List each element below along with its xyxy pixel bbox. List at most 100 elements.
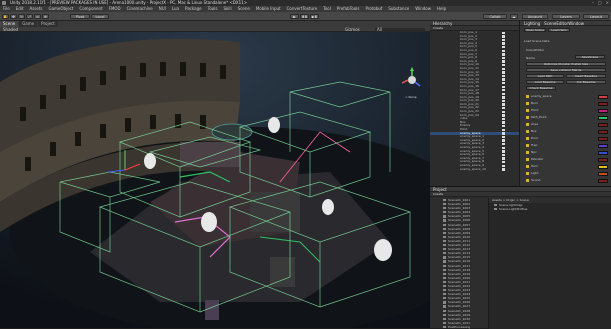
layer-color-swatch[interactable]	[598, 136, 608, 141]
layer-color-swatch[interactable]	[598, 164, 608, 169]
layers-dropdown[interactable]: Layers	[552, 14, 580, 19]
layer-row: Door	[526, 136, 608, 141]
layer-label: Light	[531, 171, 539, 175]
visibility-toggle[interactable]	[502, 168, 505, 171]
layer-label: Born	[531, 101, 538, 105]
layer-color-swatch[interactable]	[598, 101, 608, 106]
scene-editor-section: SceneEditor	[526, 48, 545, 52]
pause-button[interactable]: ❚❚	[300, 14, 309, 19]
hand-tool-button[interactable]: ✋	[2, 14, 9, 19]
layer-visible-checkbox[interactable]	[526, 171, 529, 175]
project-create-button[interactable]: Create	[430, 192, 611, 197]
layer-visible-checkbox[interactable]	[526, 129, 529, 133]
layer-label: Npc	[531, 150, 537, 154]
cut-baseline-button[interactable]: Cut Baseline	[566, 80, 606, 84]
layer-color-swatch[interactable]	[598, 143, 608, 148]
layer-row: Path_Point	[526, 115, 608, 120]
scene-view[interactable]: < Persp	[0, 32, 430, 328]
layer-row: Item	[526, 164, 608, 169]
load-hero-button[interactable]: Load Hero	[548, 28, 570, 32]
layer-color-swatch[interactable]	[598, 122, 608, 127]
asset-item[interactable]: Scene.LightProfiles	[489, 207, 611, 211]
layer-color-swatch[interactable]	[598, 150, 608, 155]
layer-visible-checkbox[interactable]	[526, 164, 529, 168]
layer-row: Monster	[526, 157, 608, 162]
save-collision-button[interactable]: Save collision Merge	[526, 68, 606, 72]
cloud-icon[interactable]: ☁	[510, 14, 518, 19]
layer-visible-checkbox[interactable]	[526, 108, 529, 112]
layer-row: Sound	[526, 178, 608, 183]
layer-visible-checkbox[interactable]	[526, 150, 529, 154]
collab-dropdown[interactable]: Collab	[483, 14, 507, 19]
layer-visible-checkbox[interactable]	[526, 122, 529, 126]
layer-row: Born	[526, 101, 608, 106]
layer-label: Point	[531, 108, 539, 112]
layer-row: Point	[526, 108, 608, 113]
layer-label: Sound	[531, 178, 541, 182]
main-toolbar: ✋ ✥ ↻ ⤢ ▭ ⊕ Pivot Local ▶ ❚❚ ▶❚ Collab ☁…	[0, 12, 611, 21]
layer-visible-checkbox[interactable]	[526, 94, 529, 98]
name-label: Name	[526, 56, 535, 60]
layer-label: Monster	[531, 157, 544, 161]
layer-color-swatch[interactable]	[598, 108, 608, 113]
local-toggle[interactable]: Local	[91, 14, 109, 19]
transform-tool-button[interactable]: ⊕	[42, 14, 49, 19]
layer-label: Item	[531, 164, 538, 168]
view-gizmo-label[interactable]: < Persp	[405, 95, 417, 99]
layer-row: Box	[526, 129, 608, 134]
layer-visible-checkbox[interactable]	[526, 101, 529, 105]
step-button[interactable]: ▶❚	[310, 14, 319, 19]
save-scene-button[interactable]: SaveScene	[575, 55, 605, 59]
rotate-tool-button[interactable]: ↻	[18, 14, 25, 19]
layer-row: Npc	[526, 150, 608, 155]
layer-color-swatch[interactable]	[598, 171, 608, 176]
layer-label: Path_Point	[531, 115, 547, 119]
layer-label: Trap	[531, 143, 538, 147]
account-dropdown[interactable]: Account	[522, 14, 548, 19]
layer-visible-checkbox[interactable]	[526, 143, 529, 147]
layer-label: Box	[531, 129, 537, 133]
scene-search-input[interactable]: All	[375, 27, 425, 32]
hierarchy-item-label: enemy_space_10	[460, 166, 486, 171]
play-button[interactable]: ▶	[290, 14, 299, 19]
load-path-button[interactable]: Load Path	[526, 74, 564, 78]
layer-color-swatch[interactable]	[598, 157, 608, 162]
tab-lighting[interactable]: Lighting	[524, 21, 540, 26]
project-panel: Project Create Scene01_1001 Scene01_1002 S…	[430, 186, 611, 329]
layer-label: Door	[531, 136, 539, 140]
layer-color-swatch[interactable]	[598, 94, 608, 99]
layer-color-swatch[interactable]	[598, 115, 608, 120]
open-scene-button[interactable]: Open Scene	[524, 28, 546, 32]
move-tool-button[interactable]: ✥	[10, 14, 17, 19]
window-title: Unity 2018.2.11f1 - [PREVIEW PACKAGES IN…	[10, 0, 248, 5]
scale-tool-button[interactable]: ⤢	[26, 14, 33, 19]
tab-scene-editor-window[interactable]: SceneEditorWindow	[544, 21, 584, 26]
layer-visible-checkbox[interactable]	[526, 157, 529, 161]
layout-dropdown[interactable]: Layout	[583, 14, 609, 19]
unity-logo-icon	[2, 1, 6, 5]
optimize-monster-button[interactable]: Optimize Monster Prefab Size	[526, 62, 606, 66]
layer-row: enemy_space	[526, 94, 608, 99]
layer-color-swatch[interactable]	[598, 129, 608, 134]
right-panels: Hierarchy Create born_pos_1 born_pos_2 bor…	[430, 21, 611, 329]
pivot-toggle[interactable]: Pivot	[70, 14, 90, 19]
hierarchy-item[interactable]: enemy_space_10	[430, 166, 519, 172]
scene-render	[0, 32, 430, 328]
layer-visible-checkbox[interactable]	[526, 136, 529, 140]
load-baseline-button[interactable]: Load Baseline	[526, 80, 564, 84]
load-scene-data-label: Load Scene Data	[524, 39, 550, 43]
check-baseline-button[interactable]: Check Baseline	[526, 86, 556, 90]
project-folder-tree: Scene01_1001 Scene01_1002 Scene01_1003 Scen…	[430, 198, 486, 329]
layer-label: enemy_space	[531, 94, 552, 98]
insert-baseline-button[interactable]: Insert Baseline	[566, 74, 606, 78]
layer-color-swatch[interactable]	[598, 178, 608, 183]
scene-editor-panel: Lighting SceneEditorWindow Open Scene Lo…	[520, 21, 611, 186]
project-assets-view: Assets > Origin > Scene Scene.lightmap Sc…	[488, 198, 611, 329]
layer-visible-checkbox[interactable]	[526, 178, 529, 182]
layer-label: Area	[531, 122, 538, 126]
layer-visible-checkbox[interactable]	[526, 115, 529, 119]
layer-row: Light	[526, 171, 608, 176]
layer-row: Area	[526, 122, 608, 127]
rect-tool-button[interactable]: ▭	[34, 14, 41, 19]
hierarchy-panel: Hierarchy Create born_pos_1 born_pos_2 bor…	[430, 21, 520, 186]
